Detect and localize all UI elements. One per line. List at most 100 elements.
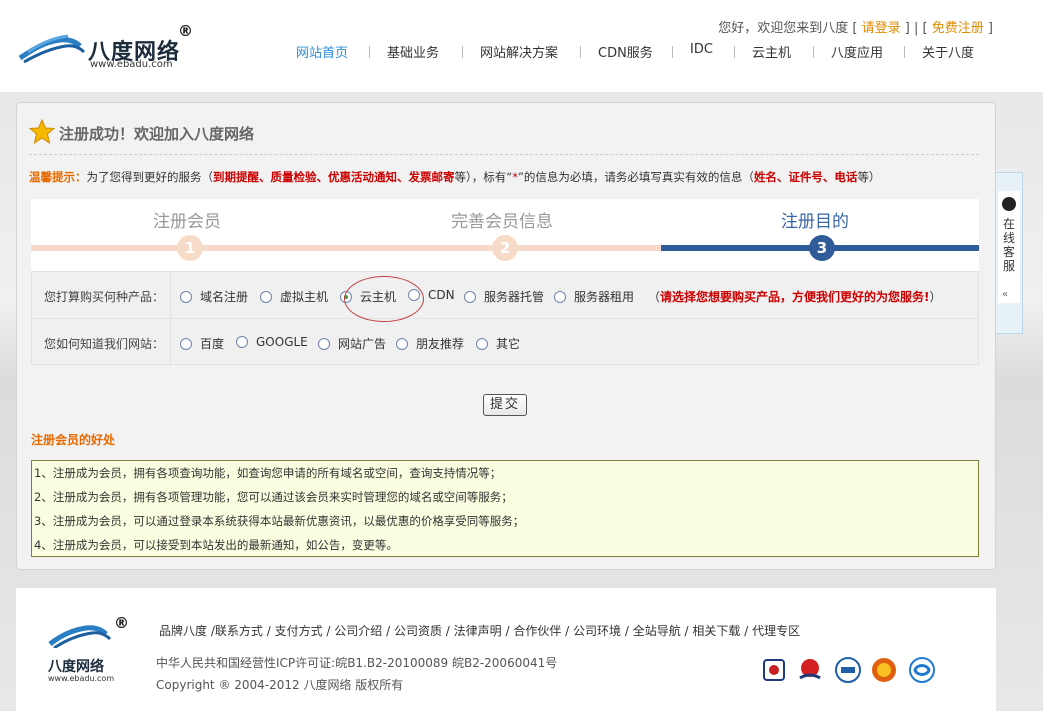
nav-cdn[interactable]: CDN服务 bbox=[598, 42, 653, 61]
nav-divider bbox=[904, 46, 905, 58]
collapse-arrow-icon[interactable]: « bbox=[1002, 289, 1008, 300]
tips-highlight1: 到期提醒、质量检验、优惠活动通知、发票邮寄 bbox=[213, 170, 455, 184]
row-divider bbox=[170, 319, 171, 366]
step-number-3: 3 bbox=[809, 235, 835, 261]
nav-basic-services[interactable]: 基础业务 bbox=[387, 42, 439, 61]
register-link[interactable]: 免费注册 bbox=[932, 21, 984, 36]
icp-license: 中华人民共和国经营性ICP许可证:皖B1.B2-20100089 皖B2-200… bbox=[156, 656, 558, 670]
radio-label: 服务器托管 bbox=[484, 290, 545, 304]
site-logo[interactable]: 八度网络 www.ebadu.com ® bbox=[18, 22, 198, 76]
submit-button[interactable]: 提交 bbox=[483, 394, 527, 416]
registration-panel: 注册成功！欢迎加入八度网络 温馨提示：为了您得到更好的服务（到期提醒、质量检验、… bbox=[16, 102, 996, 570]
bracket-open: [ bbox=[922, 21, 928, 36]
logo-ribbon-icon bbox=[48, 625, 112, 648]
nav-divider bbox=[813, 46, 814, 58]
trust-badge-icon[interactable] bbox=[796, 656, 824, 684]
step-number-2: 2 bbox=[492, 235, 518, 261]
hint-text: 请选择您想要购买产品，方便我们更好的为您服务 bbox=[660, 290, 925, 304]
nav-divider bbox=[462, 46, 463, 58]
radio-web-ad[interactable]: 网站广告 bbox=[318, 335, 386, 352]
site-footer: ® 八度网络 www.ebadu.com 品牌八度 /联系方式 / 支付方式 /… bbox=[16, 588, 996, 711]
tips-text: 温馨提示：为了您得到更好的服务（到期提醒、质量检验、优惠活动通知、发票邮寄等），… bbox=[29, 169, 880, 185]
police-badge-icon[interactable] bbox=[760, 656, 788, 684]
radio-domain[interactable]: 域名注册 bbox=[180, 288, 248, 305]
footer-link-environment[interactable]: 公司环境 bbox=[573, 624, 621, 638]
radio-google[interactable]: GOOGLE bbox=[236, 335, 308, 349]
site-header: 八度网络 www.ebadu.com ® 您好，欢迎您来到八度 [ 请登录 ] … bbox=[0, 0, 1043, 92]
service-tab-label: 在线客服 bbox=[1002, 217, 1015, 273]
star-icon bbox=[29, 119, 55, 145]
radio-circle[interactable] bbox=[180, 338, 192, 350]
nav-home[interactable]: 网站首页 bbox=[296, 42, 348, 61]
footer-link-partners[interactable]: 合作伙伴 bbox=[513, 624, 561, 638]
hint-paren-open: （ bbox=[648, 290, 661, 304]
registered-mark: ® bbox=[178, 22, 193, 40]
radio-circle[interactable] bbox=[396, 338, 408, 350]
service-tab-inner: 在线客服 « bbox=[998, 191, 1020, 303]
footer-link-sitemap[interactable]: 全站导航 bbox=[633, 624, 681, 638]
radio-circle[interactable] bbox=[554, 291, 566, 303]
radio-other[interactable]: 其它 bbox=[476, 335, 520, 352]
footer-link-about[interactable]: 公司介绍 bbox=[334, 624, 382, 638]
radio-label: 网站广告 bbox=[338, 337, 387, 351]
footer-link-contact[interactable]: 联系方式 bbox=[215, 624, 263, 638]
bracket-close: ] bbox=[904, 21, 910, 36]
product-hint: （请选择您想要购买产品，方便我们更好的为您服务!） bbox=[648, 288, 942, 305]
online-service-tab[interactable]: 在线客服 « bbox=[995, 172, 1023, 334]
footer-link-downloads[interactable]: 相关下载 bbox=[692, 624, 740, 638]
radio-friend[interactable]: 朋友推荐 bbox=[396, 335, 464, 352]
tips-part3: ”的信息为必填，请务必填写真实有效的信息（ bbox=[517, 170, 754, 184]
aic-badge-icon[interactable] bbox=[870, 656, 898, 684]
radio-virtual-host[interactable]: 虚拟主机 bbox=[260, 288, 328, 305]
footer-link-brand[interactable]: 品牌八度 bbox=[159, 624, 207, 638]
tips-part1: 为了您得到更好的服务（ bbox=[86, 170, 214, 184]
radio-circle[interactable] bbox=[236, 336, 248, 348]
radio-circle[interactable] bbox=[260, 291, 272, 303]
panel-title-bar: 注册成功！欢迎加入八度网络 bbox=[29, 119, 979, 155]
nav-idc[interactable]: IDC bbox=[690, 42, 713, 57]
benefit-item: 4、注册成为会员，可以接受到本站发出的最新通知，如公告，变更等。 bbox=[34, 538, 398, 552]
radio-circle[interactable] bbox=[476, 338, 488, 350]
nav-divider bbox=[734, 46, 735, 58]
footer-link-payment[interactable]: 支付方式 bbox=[275, 624, 323, 638]
login-link[interactable]: 请登录 bbox=[862, 21, 901, 36]
radio-label: CDN bbox=[428, 288, 455, 302]
footer-link-qualification[interactable]: 公司资质 bbox=[394, 624, 442, 638]
logo-ribbon-icon bbox=[18, 34, 86, 64]
nav-divider bbox=[580, 46, 581, 58]
radio-label: 朋友推荐 bbox=[416, 337, 465, 351]
form-row-source: 您如何知道我们网站： 百度 GOOGLE 网站广告 朋友推荐 其它 bbox=[32, 319, 978, 366]
radio-circle[interactable] bbox=[318, 338, 330, 350]
radio-label: 百度 bbox=[200, 337, 225, 351]
greeting-text: 您好，欢迎您来到八度 bbox=[718, 21, 849, 36]
idc-badge-icon[interactable] bbox=[834, 656, 862, 684]
footer-logo[interactable]: ® 八度网络 www.ebadu.com bbox=[46, 614, 136, 684]
footer-link-agents[interactable]: 代理专区 bbox=[752, 624, 800, 638]
product-question-label: 您打算购买何种产品： bbox=[44, 290, 165, 304]
nav-apps[interactable]: 八度应用 bbox=[831, 42, 883, 61]
radio-label: 虚拟主机 bbox=[280, 290, 329, 304]
nav-divider bbox=[672, 46, 673, 58]
radio-server-hosting[interactable]: 服务器托管 bbox=[464, 288, 544, 305]
radio-label: GOOGLE bbox=[256, 335, 308, 349]
benefit-item: 3、注册成为会员，可以通过登录本系统获得本站最新优惠资讯，以最优惠的价格享受同等… bbox=[34, 514, 525, 528]
cnnic-badge-icon[interactable] bbox=[908, 656, 936, 684]
tips-part4: 等） bbox=[857, 170, 881, 184]
radio-circle[interactable] bbox=[464, 291, 476, 303]
nav-cloud-host[interactable]: 云主机 bbox=[752, 42, 791, 61]
radio-circle[interactable] bbox=[180, 291, 192, 303]
step-label-3: 注册目的 bbox=[781, 212, 849, 232]
nav-solutions[interactable]: 网站解决方案 bbox=[480, 42, 558, 61]
footer-logo-name: 八度网络 bbox=[48, 659, 104, 675]
tips-highlight2: 姓名、证件号、电话 bbox=[753, 170, 858, 184]
radio-baidu[interactable]: 百度 bbox=[180, 335, 224, 352]
footer-link-legal[interactable]: 法律声明 bbox=[454, 624, 502, 638]
row-divider bbox=[170, 272, 171, 319]
logo-url: www.ebadu.com bbox=[90, 59, 173, 70]
tips-part2: 等），标有“ bbox=[454, 170, 513, 184]
radio-server-rental[interactable]: 服务器租用 bbox=[554, 288, 634, 305]
benefits-title: 注册会员的好处 bbox=[31, 433, 116, 447]
nav-about[interactable]: 关于八度 bbox=[922, 42, 974, 61]
benefit-item: 2、注册成为会员，拥有各项管理功能，您可以通过该会员来实时管理您的域名或空间等服… bbox=[34, 490, 513, 504]
benefits-box: 1、注册成为会员，拥有各项查询功能，如查询您申请的所有域名或空间，查询支持情况等… bbox=[31, 460, 979, 557]
